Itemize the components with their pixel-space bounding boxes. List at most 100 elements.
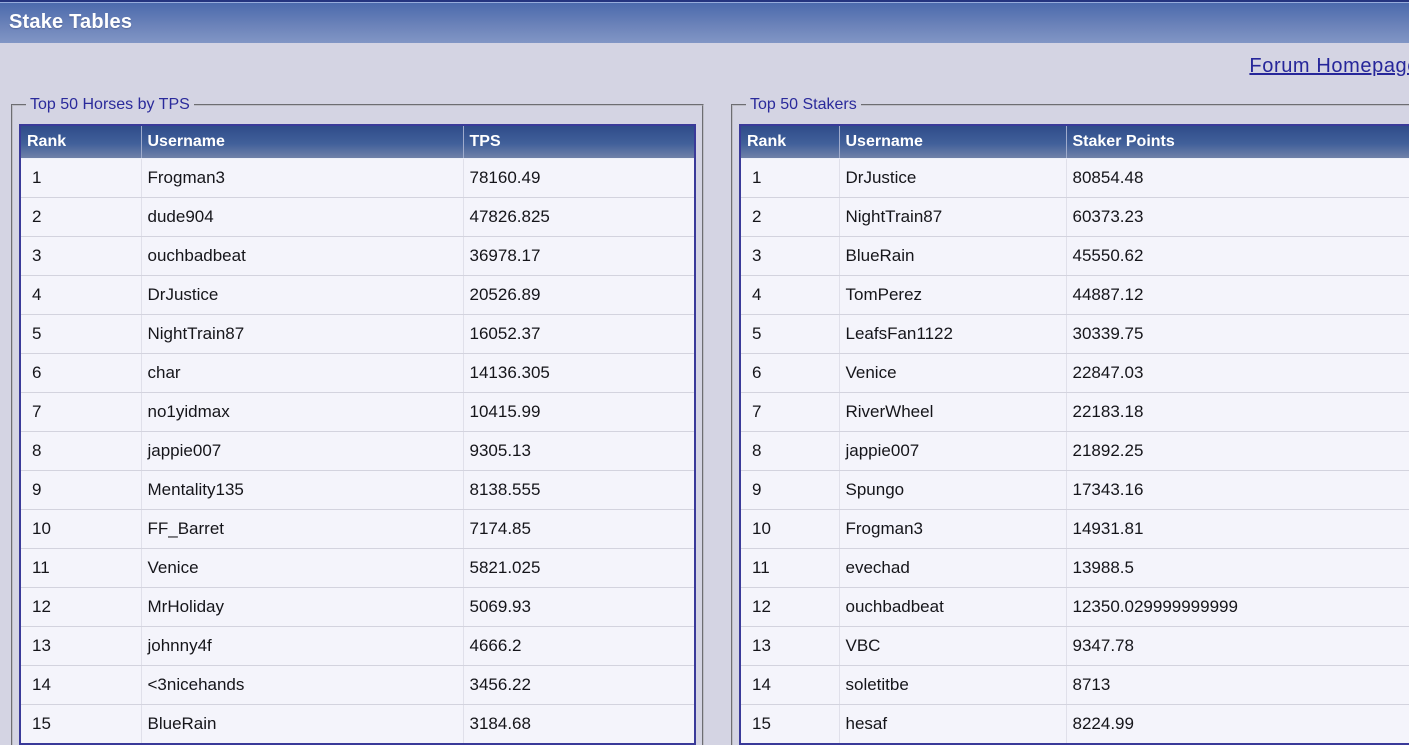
cell-tps: 47826.825: [463, 198, 695, 237]
table-row: 11Venice5821.025: [20, 549, 695, 588]
table-header-row: Rank Username TPS: [20, 125, 695, 159]
cell-username: hesaf: [839, 705, 1066, 745]
cell-username: ouchbadbeat: [141, 237, 463, 276]
cell-username: VBC: [839, 627, 1066, 666]
cell-rank: 13: [20, 627, 141, 666]
cell-staker-points: 8224.99: [1066, 705, 1409, 745]
table-row: 4DrJustice20526.89: [20, 276, 695, 315]
horses-panel: Top 50 Horses by TPS Rank Username TPS 1…: [11, 96, 704, 745]
cell-staker-points: 22847.03: [1066, 354, 1409, 393]
cell-username: Frogman3: [839, 510, 1066, 549]
cell-rank: 1: [740, 159, 839, 198]
cell-tps: 36978.17: [463, 237, 695, 276]
cell-rank: 15: [20, 705, 141, 745]
cell-rank: 8: [740, 432, 839, 471]
table-row: 11evechad13988.5: [740, 549, 1409, 588]
horses-table-body: 1Frogman378160.492dude90447826.8253ouchb…: [20, 159, 695, 745]
cell-username: jappie007: [141, 432, 463, 471]
page-header-bar: Stake Tables: [0, 0, 1409, 43]
cell-rank: 12: [20, 588, 141, 627]
table-row: 13VBC9347.78: [740, 627, 1409, 666]
cell-staker-points: 8713: [1066, 666, 1409, 705]
stakers-panel: Top 50 Stakers Rank Username Staker Poin…: [731, 96, 1409, 745]
cell-rank: 3: [740, 237, 839, 276]
cell-username: soletitbe: [839, 666, 1066, 705]
table-row: 7no1yidmax10415.99: [20, 393, 695, 432]
table-row: 8jappie00721892.25: [740, 432, 1409, 471]
table-row: 7RiverWheel22183.18: [740, 393, 1409, 432]
cell-username: johnny4f: [141, 627, 463, 666]
table-row: 6Venice22847.03: [740, 354, 1409, 393]
cell-rank: 2: [740, 198, 839, 237]
cell-rank: 7: [740, 393, 839, 432]
cell-rank: 4: [740, 276, 839, 315]
cell-tps: 9305.13: [463, 432, 695, 471]
cell-rank: 13: [740, 627, 839, 666]
table-row: 14soletitbe8713: [740, 666, 1409, 705]
cell-username: <3nicehands: [141, 666, 463, 705]
cell-username: LeafsFan1122: [839, 315, 1066, 354]
cell-tps: 20526.89: [463, 276, 695, 315]
cell-tps: 78160.49: [463, 159, 695, 198]
cell-rank: 9: [740, 471, 839, 510]
cell-rank: 14: [740, 666, 839, 705]
cell-username: TomPerez: [839, 276, 1066, 315]
cell-tps: 3456.22: [463, 666, 695, 705]
cell-rank: 11: [20, 549, 141, 588]
cell-tps: 8138.555: [463, 471, 695, 510]
cell-username: DrJustice: [839, 159, 1066, 198]
cell-username: ouchbadbeat: [839, 588, 1066, 627]
cell-tps: 5069.93: [463, 588, 695, 627]
cell-rank: 10: [20, 510, 141, 549]
cell-rank: 10: [740, 510, 839, 549]
table-row: 10FF_Barret7174.85: [20, 510, 695, 549]
cell-rank: 5: [20, 315, 141, 354]
page-title: Stake Tables: [0, 2, 1409, 34]
cell-rank: 14: [20, 666, 141, 705]
cell-username: BlueRain: [141, 705, 463, 745]
cell-username: FF_Barret: [141, 510, 463, 549]
table-row: 13johnny4f4666.2: [20, 627, 695, 666]
table-header-row: Rank Username Staker Points: [740, 125, 1409, 159]
cell-staker-points: 13988.5: [1066, 549, 1409, 588]
column-header-rank: Rank: [740, 125, 839, 159]
cell-rank: 1: [20, 159, 141, 198]
cell-tps: 16052.37: [463, 315, 695, 354]
table-row: 15hesaf8224.99: [740, 705, 1409, 745]
cell-tps: 4666.2: [463, 627, 695, 666]
table-row: 12MrHoliday5069.93: [20, 588, 695, 627]
cell-rank: 2: [20, 198, 141, 237]
table-row: 9Spungo17343.16: [740, 471, 1409, 510]
cell-rank: 12: [740, 588, 839, 627]
cell-rank: 6: [20, 354, 141, 393]
cell-tps: 5821.025: [463, 549, 695, 588]
stakers-table-body: 1DrJustice80854.482NightTrain8760373.233…: [740, 159, 1409, 745]
table-row: 5NightTrain8716052.37: [20, 315, 695, 354]
cell-rank: 5: [740, 315, 839, 354]
table-row: 5LeafsFan112230339.75: [740, 315, 1409, 354]
cell-username: Venice: [839, 354, 1066, 393]
column-header-staker-points: Staker Points: [1066, 125, 1409, 159]
table-row: 3ouchbadbeat36978.17: [20, 237, 695, 276]
cell-tps: 14136.305: [463, 354, 695, 393]
cell-staker-points: 44887.12: [1066, 276, 1409, 315]
forum-homepage-link[interactable]: Forum Homepage: [1249, 55, 1409, 78]
column-header-tps: TPS: [463, 125, 695, 159]
stakers-table: Rank Username Staker Points 1DrJustice80…: [739, 124, 1409, 745]
table-row: 2dude90447826.825: [20, 198, 695, 237]
cell-username: MrHoliday: [141, 588, 463, 627]
table-row: 3BlueRain45550.62: [740, 237, 1409, 276]
table-row: 8jappie0079305.13: [20, 432, 695, 471]
cell-rank: 6: [740, 354, 839, 393]
cell-staker-points: 9347.78: [1066, 627, 1409, 666]
cell-rank: 4: [20, 276, 141, 315]
cell-username: jappie007: [839, 432, 1066, 471]
table-row: 1DrJustice80854.48: [740, 159, 1409, 198]
horses-panel-legend: Top 50 Horses by TPS: [26, 96, 194, 114]
table-row: 10Frogman314931.81: [740, 510, 1409, 549]
table-row: 2NightTrain8760373.23: [740, 198, 1409, 237]
cell-rank: 8: [20, 432, 141, 471]
cell-username: NightTrain87: [141, 315, 463, 354]
horses-table: Rank Username TPS 1Frogman378160.492dude…: [19, 124, 696, 745]
cell-staker-points: 17343.16: [1066, 471, 1409, 510]
